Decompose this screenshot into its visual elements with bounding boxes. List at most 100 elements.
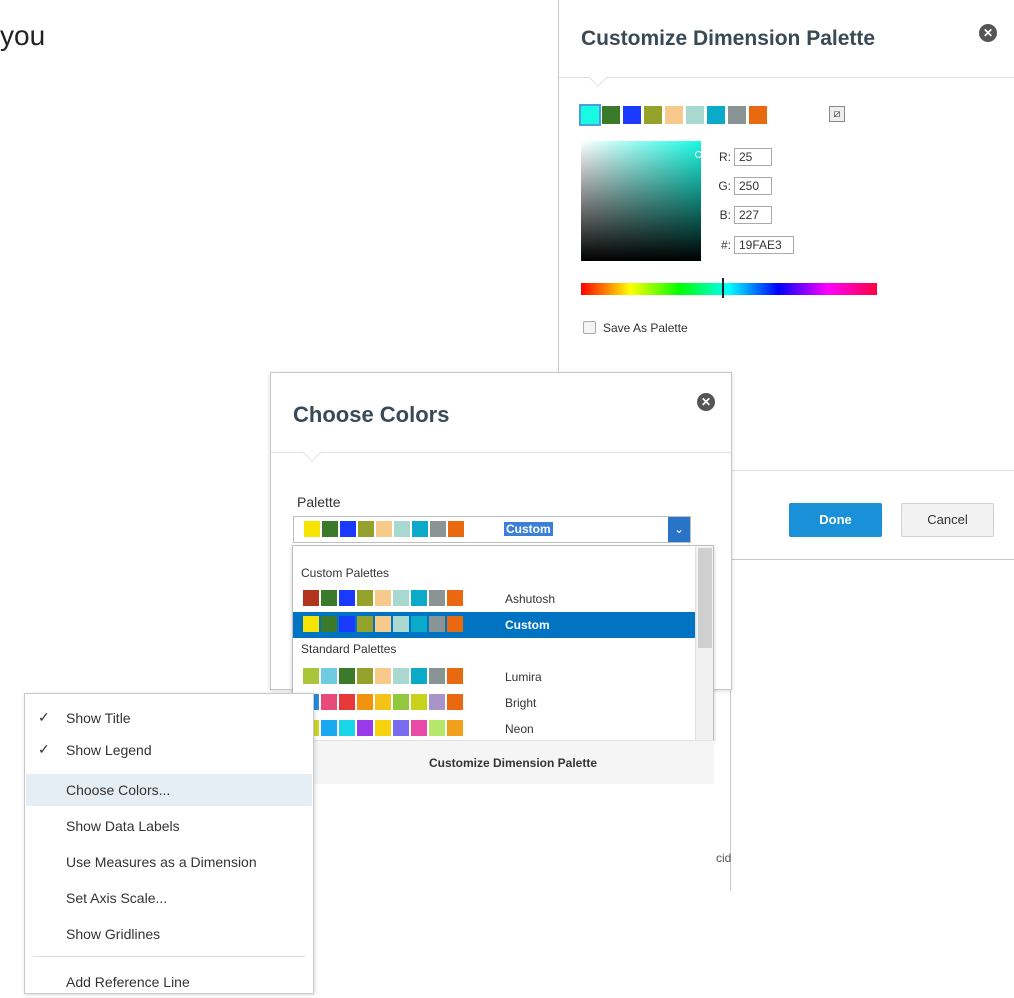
palette-swatch: [321, 668, 337, 684]
menu-item-add-reference-line[interactable]: Add Reference Line: [26, 966, 312, 998]
red-field[interactable]: 25: [734, 148, 772, 166]
color-swatch-row: [579, 104, 767, 126]
palette-option-custom[interactable]: Custom: [293, 612, 695, 638]
menu-item-show-gridlines[interactable]: Show Gridlines: [26, 918, 312, 950]
palette-swatch[interactable]: [448, 521, 464, 537]
custom-palettes-heading: Custom Palettes: [301, 566, 390, 580]
menu-item-choose-colors[interactable]: Choose Colors...: [26, 774, 312, 806]
palette-swatch[interactable]: [430, 521, 446, 537]
menu-item-use-measures-as-a-dimension[interactable]: Use Measures as a Dimension: [26, 846, 312, 878]
palette-swatch: [447, 616, 463, 632]
close-icon[interactable]: ✕: [697, 393, 715, 411]
palette-select[interactable]: Custom ⌄: [293, 516, 691, 543]
palette-swatch: [393, 668, 409, 684]
menu-item-show-data-labels[interactable]: Show Data Labels: [26, 810, 312, 842]
selected-palette-name: Custom: [504, 522, 553, 536]
divider: [559, 77, 1014, 78]
palette-swatch: [303, 616, 319, 632]
green-field[interactable]: 250: [734, 177, 772, 195]
color-swatch[interactable]: [665, 106, 683, 124]
palette-swatch[interactable]: [376, 521, 392, 537]
hex-field[interactable]: 19FAE3: [734, 236, 794, 254]
palette-swatch: [429, 616, 445, 632]
palette-swatch: [375, 590, 391, 606]
color-swatch[interactable]: [579, 104, 601, 126]
checkmark-icon: ✓: [38, 741, 50, 757]
menu-item-label: Set Axis Scale...: [66, 890, 168, 906]
saturation-value-picker[interactable]: [581, 141, 702, 261]
reset-palette-icon[interactable]: ⧄: [829, 106, 845, 122]
panel-title: Customize Dimension Palette: [581, 27, 876, 50]
scrollbar-thumb[interactable]: [698, 548, 712, 648]
palette-label: Palette: [297, 494, 341, 510]
green-label: G:: [718, 179, 731, 193]
palette-swatch: [393, 616, 409, 632]
red-row: R: 25: [709, 148, 772, 166]
save-as-palette-label: Save As Palette: [603, 321, 688, 335]
palette-swatch: [411, 694, 427, 710]
hue-slider[interactable]: [581, 283, 877, 295]
palette-swatch: [429, 694, 445, 710]
palette-swatch: [411, 590, 427, 606]
menu-item-label: Choose Colors...: [66, 782, 171, 798]
palette-swatch[interactable]: [412, 521, 428, 537]
color-swatch[interactable]: [707, 106, 725, 124]
save-as-palette-checkbox[interactable]: [583, 321, 596, 334]
menu-item-show-title[interactable]: ✓ Show Title: [26, 702, 312, 734]
color-swatch[interactable]: [686, 106, 704, 124]
background-text: you: [0, 20, 46, 51]
done-button[interactable]: Done: [789, 503, 882, 537]
palette-swatch[interactable]: [340, 521, 356, 537]
color-swatch[interactable]: [749, 106, 767, 124]
menu-item-show-legend[interactable]: ✓ Show Legend: [26, 734, 312, 766]
palette-swatch: [393, 694, 409, 710]
standard-palettes-heading: Standard Palettes: [301, 642, 397, 656]
customize-dimension-palette-button[interactable]: Customize Dimension Palette: [312, 740, 714, 784]
menu-item-set-axis-scale[interactable]: Set Axis Scale...: [26, 882, 312, 914]
color-swatch[interactable]: [644, 106, 662, 124]
blue-field[interactable]: 227: [734, 206, 772, 224]
palette-option-ashutosh[interactable]: Ashutosh: [293, 586, 695, 612]
color-swatch[interactable]: [602, 106, 620, 124]
palette-dropdown-list: Custom Palettes Standard Palettes Ashuto…: [292, 545, 714, 741]
palette-swatch: [339, 720, 355, 736]
menu-item-label: Show Legend: [66, 742, 152, 758]
palette-swatch: [375, 720, 391, 736]
palette-swatch: [357, 694, 373, 710]
palette-swatch: [375, 616, 391, 632]
color-swatch[interactable]: [623, 106, 641, 124]
palette-swatch: [339, 616, 355, 632]
palette-option-label: Neon: [505, 722, 534, 736]
close-icon[interactable]: ✕: [979, 24, 997, 42]
color-swatch[interactable]: [728, 106, 746, 124]
palette-swatch: [339, 590, 355, 606]
menu-item-label: Add Reference Line: [66, 974, 190, 990]
picker-cursor[interactable]: [695, 151, 702, 158]
palette-option-lumira[interactable]: Lumira: [293, 664, 695, 690]
palette-swatch[interactable]: [322, 521, 338, 537]
palette-swatch: [321, 590, 337, 606]
selected-palette-swatches: [304, 521, 464, 537]
palette-option-label: Lumira: [505, 670, 542, 684]
blue-label: B:: [719, 208, 731, 222]
palette-swatch: [303, 590, 319, 606]
palette-option-bright[interactable]: Bright: [293, 690, 695, 716]
palette-option-neon[interactable]: Neon: [293, 716, 695, 740]
palette-swatch: [303, 668, 319, 684]
red-label: R:: [719, 150, 731, 164]
palette-option-swatches: [303, 668, 463, 684]
cancel-button[interactable]: Cancel: [901, 503, 994, 537]
palette-option-label: Custom: [505, 618, 550, 632]
hue-slider-handle[interactable]: [722, 278, 724, 298]
palette-swatch: [447, 720, 463, 736]
palette-swatch: [357, 668, 373, 684]
dropdown-scrollbar[interactable]: [695, 546, 713, 740]
palette-swatch: [411, 616, 427, 632]
menu-item-label: Show Gridlines: [66, 926, 161, 942]
palette-swatch: [411, 668, 427, 684]
palette-swatch[interactable]: [304, 521, 320, 537]
palette-swatch[interactable]: [394, 521, 410, 537]
palette-swatch: [321, 694, 337, 710]
palette-swatch[interactable]: [358, 521, 374, 537]
chevron-down-icon[interactable]: ⌄: [668, 517, 690, 542]
